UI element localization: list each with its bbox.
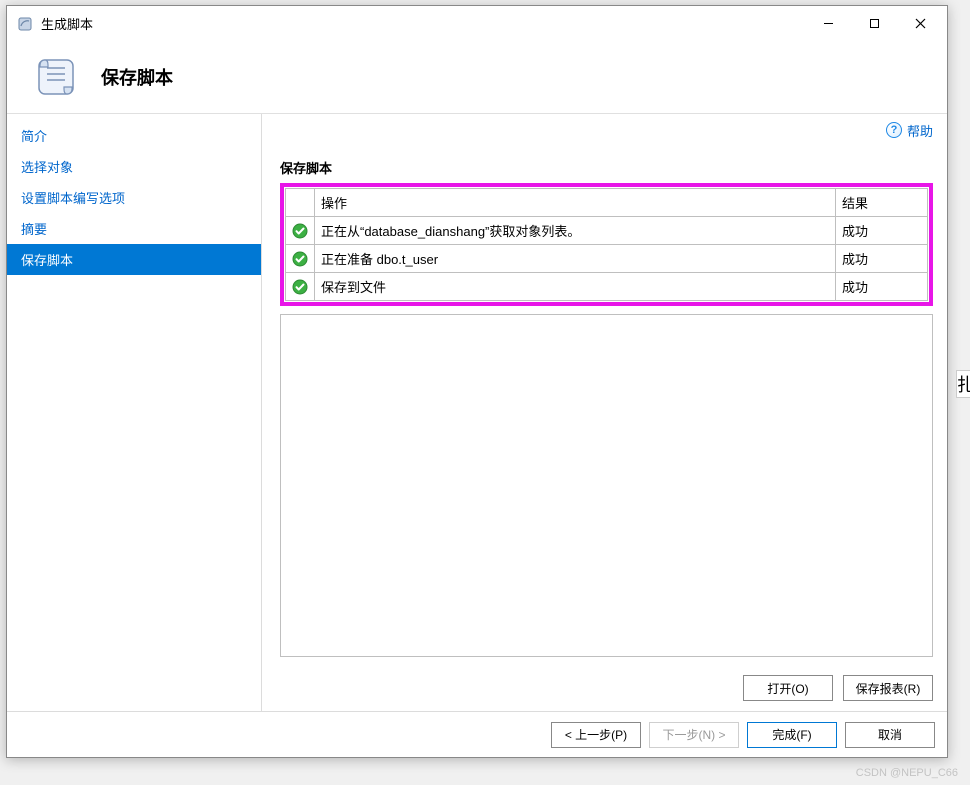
success-icon	[292, 251, 308, 267]
sidebar-item-label: 选择对象	[21, 160, 73, 175]
prev-button[interactable]: < 上一步(P)	[551, 722, 641, 748]
titlebar: 生成脚本	[7, 6, 947, 41]
close-button[interactable]	[897, 8, 943, 40]
wizard-header: 保存脚本	[7, 41, 947, 114]
cell-action: 保存到文件	[315, 273, 836, 301]
cell-result: 成功	[836, 217, 928, 245]
cancel-button[interactable]: 取消	[845, 722, 935, 748]
sidebar-item-label: 设置脚本编写选项	[21, 191, 125, 206]
table-row[interactable]: 正在准备 dbo.t_user 成功	[286, 245, 928, 273]
cell-action: 正在从“database_dianshang”获取对象列表。	[315, 217, 836, 245]
content-buttons: 打开(O) 保存报表(R)	[280, 669, 933, 711]
minimize-button[interactable]	[805, 8, 851, 40]
success-icon	[292, 223, 308, 239]
watermark: CSDN @NEPU_C66	[856, 767, 958, 779]
wizard-sidebar: 简介 选择对象 设置脚本编写选项 摘要 保存脚本	[7, 114, 262, 711]
table-row[interactable]: 保存到文件 成功	[286, 273, 928, 301]
sidebar-item-summary[interactable]: 摘要	[7, 213, 261, 244]
window-controls	[805, 8, 943, 40]
sidebar-item-intro[interactable]: 简介	[7, 120, 261, 151]
sidebar-item-save-script[interactable]: 保存脚本	[7, 244, 261, 275]
sidebar-item-label: 保存脚本	[21, 253, 73, 268]
table-row[interactable]: 正在从“database_dianshang”获取对象列表。 成功	[286, 217, 928, 245]
section-title: 保存脚本	[280, 158, 933, 177]
cell-action: 正在准备 dbo.t_user	[315, 245, 836, 273]
sidebar-item-select-objects[interactable]: 选择对象	[7, 151, 261, 182]
results-table-highlight: 操作 结果 正在从“database_dianshang”获取对象列表。 成功	[280, 183, 933, 306]
sidebar-item-label: 摘要	[21, 222, 47, 237]
col-action: 操作	[315, 189, 836, 217]
finish-button[interactable]: 完成(F)	[747, 722, 837, 748]
script-scroll-icon	[35, 52, 83, 103]
col-status	[286, 189, 315, 217]
details-pane	[280, 314, 933, 657]
next-button: 下一步(N) >	[649, 722, 739, 748]
help-link[interactable]: ? 帮助	[280, 114, 933, 146]
col-result: 结果	[836, 189, 928, 217]
background-peek: 扎	[956, 370, 970, 398]
wizard-footer: < 上一步(P) 下一步(N) > 完成(F) 取消	[7, 711, 947, 757]
help-icon: ?	[886, 122, 902, 138]
content-panel: ? 帮助 保存脚本 操作 结果 正	[262, 114, 947, 711]
table-header-row: 操作 结果	[286, 189, 928, 217]
save-report-button[interactable]: 保存报表(R)	[843, 675, 933, 701]
maximize-button[interactable]	[851, 8, 897, 40]
results-table: 操作 结果 正在从“database_dianshang”获取对象列表。 成功	[285, 188, 928, 301]
wizard-window: 生成脚本 保存脚本 简介 选择对象 设置脚本编写选项 摘要 保存脚本	[6, 5, 948, 758]
app-icon	[17, 16, 33, 32]
help-label: 帮助	[907, 121, 933, 140]
cell-result: 成功	[836, 273, 928, 301]
window-title: 生成脚本	[41, 14, 93, 33]
body: 简介 选择对象 设置脚本编写选项 摘要 保存脚本 ? 帮助 保存脚本 操作 结果	[7, 114, 947, 711]
open-button[interactable]: 打开(O)	[743, 675, 833, 701]
sidebar-item-scripting-options[interactable]: 设置脚本编写选项	[7, 182, 261, 213]
sidebar-item-label: 简介	[21, 129, 47, 144]
success-icon	[292, 279, 308, 295]
cell-result: 成功	[836, 245, 928, 273]
page-heading: 保存脚本	[101, 64, 173, 90]
